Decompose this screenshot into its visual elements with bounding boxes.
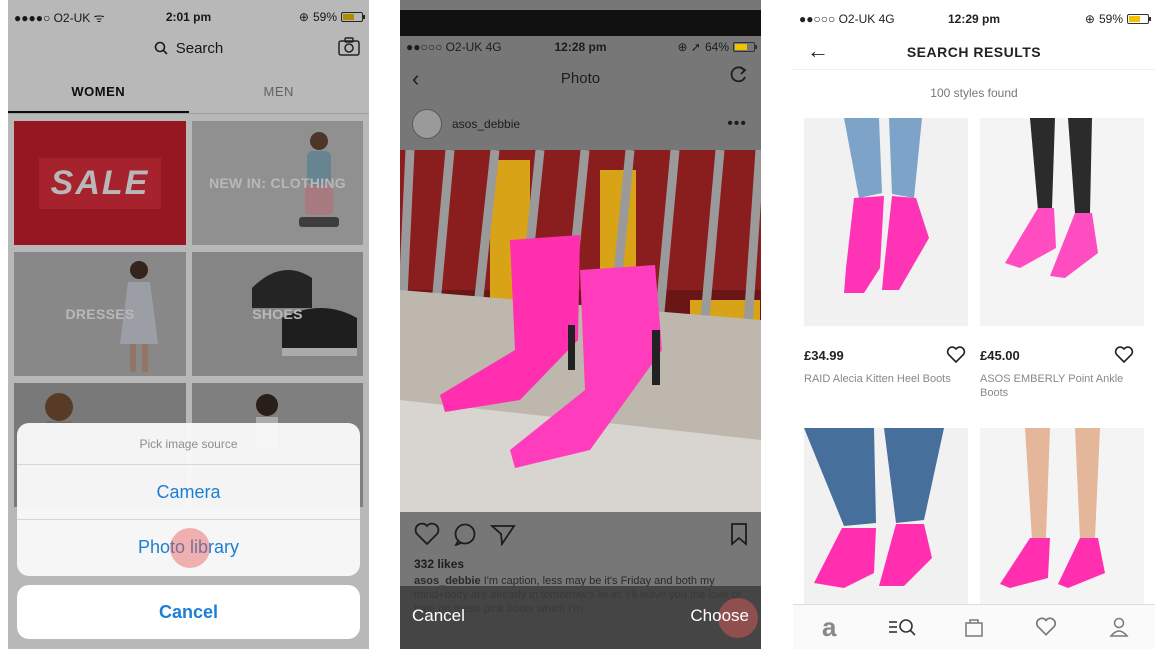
camera-button[interactable]: Camera [17, 465, 360, 520]
status-bar: ●●○○○ O2-UK 4G 12:28 pm ⊕ ➚ 64% [400, 32, 761, 62]
battery-percent: 64% [704, 40, 729, 54]
share-icon[interactable] [490, 522, 516, 546]
tab-home[interactable]: a [793, 605, 865, 649]
battery-indicator: ⊕ 59% [1084, 12, 1151, 26]
battery-percent: 59% [1098, 12, 1123, 26]
battery-icon [1127, 14, 1151, 24]
post-username[interactable]: asos_debbie [452, 117, 520, 131]
tab-bag[interactable] [938, 605, 1010, 649]
tab-search[interactable] [865, 605, 937, 649]
location-icon: ⊕ ➚ [677, 40, 701, 54]
status-bar: ●●○○○ O2-UK 4G 12:29 pm ⊕ 59% [793, 4, 1155, 34]
user-icon [1109, 617, 1129, 637]
location-icon: ⊕ [1084, 12, 1095, 26]
post-header: asos_debbie ••• [400, 100, 761, 148]
cancel-button[interactable]: Cancel [412, 606, 465, 626]
pink-boots-photo [400, 150, 761, 512]
product-image [980, 118, 1144, 326]
sheet-title: Pick image source [17, 423, 360, 465]
battery-icon [733, 42, 757, 52]
product-name: RAID Alecia Kitten Heel Boots [804, 373, 951, 385]
heart-icon[interactable] [1114, 346, 1134, 364]
heart-icon[interactable] [946, 346, 966, 364]
phone-search-results: ●●○○○ O2-UK 4G 12:29 pm ⊕ 59% ← SEARCH R… [793, 0, 1155, 649]
nav-title: Photo [560, 69, 601, 87]
choose-button[interactable]: Choose [690, 606, 749, 626]
more-icon[interactable]: ••• [727, 115, 747, 133]
tab-saved[interactable] [1010, 605, 1082, 649]
phone-photo-preview: ●●○○○ O2-UK 4G 12:28 pm ⊕ ➚ 64% ‹ Photo … [400, 0, 761, 649]
tap-indicator [170, 528, 210, 568]
post-actions [400, 520, 761, 550]
tab-account[interactable] [1083, 605, 1155, 649]
product-card[interactable] [980, 428, 1144, 604]
likes-count: 332 likes [414, 557, 465, 571]
product-card[interactable]: £45.00 ASOS EMBERLY Point Ankle Boots [980, 118, 1144, 408]
product-card[interactable] [804, 428, 968, 604]
comment-icon[interactable] [452, 522, 478, 546]
bag-icon [965, 619, 983, 637]
page-title: SEARCH RESULTS [793, 34, 1155, 70]
asos-logo-icon: a [821, 612, 837, 642]
heart-icon [1036, 617, 1057, 636]
phone-home-screen: ●●●●○ O2-UK ᯤ 2:01 pm ⊕ 59% Search WOMEN… [8, 0, 369, 649]
cancel-button[interactable]: Cancel [17, 585, 360, 639]
product-image [804, 428, 968, 604]
battery-indicator: ⊕ ➚ 64% [677, 40, 757, 54]
refresh-icon[interactable] [727, 64, 749, 86]
product-price: £34.99 [804, 348, 844, 363]
product-name: ASOS EMBERLY Point Ankle Boots [980, 373, 1124, 399]
bookmark-icon[interactable] [729, 522, 749, 546]
bottom-tab-bar: a [793, 604, 1155, 649]
product-price: £45.00 [980, 348, 1020, 363]
search-list-icon [888, 619, 916, 636]
product-image [980, 428, 1144, 604]
avatar[interactable] [412, 109, 442, 139]
results-count: 100 styles found [930, 86, 1018, 100]
post-photo [400, 150, 761, 512]
product-image [804, 118, 968, 326]
heart-icon[interactable] [414, 522, 440, 546]
product-card[interactable]: £34.99 RAID Alecia Kitten Heel Boots [804, 118, 968, 408]
